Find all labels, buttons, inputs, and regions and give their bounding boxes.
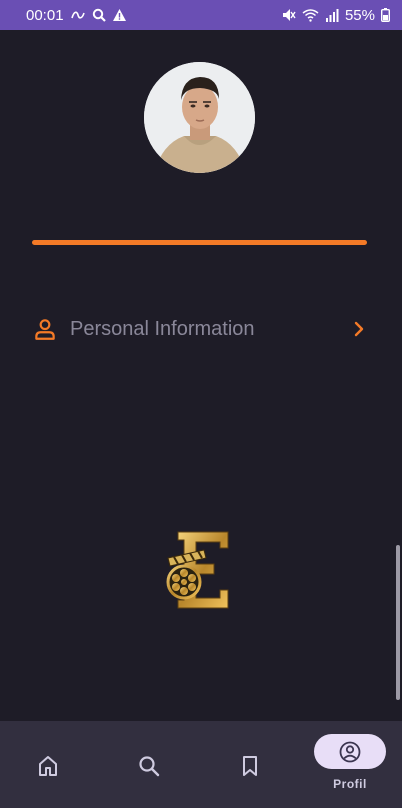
- profile-divider-progress: [32, 240, 367, 245]
- profile-icon: [339, 741, 361, 762]
- person-icon: [35, 319, 55, 340]
- profile-photo: [144, 62, 255, 173]
- battery-icon: [381, 8, 390, 22]
- nav-profile-label: Profil: [333, 777, 367, 791]
- search-icon: [92, 8, 106, 22]
- avatar[interactable]: [144, 62, 255, 173]
- bottom-nav: Profil: [0, 721, 402, 808]
- wifi-icon: [302, 8, 319, 22]
- warning-icon: [112, 8, 127, 22]
- status-bar: 00:01 55%: [0, 0, 402, 30]
- nav-bookmarks[interactable]: [200, 721, 300, 808]
- nav-home[interactable]: [0, 721, 98, 808]
- menu-item-personal-information[interactable]: Personal Information: [32, 309, 368, 349]
- status-left: 00:01: [26, 7, 127, 24]
- search-icon: [139, 756, 160, 777]
- nav-search[interactable]: [99, 721, 199, 808]
- status-right: 55%: [282, 7, 390, 24]
- nav-profile[interactable]: Profil: [300, 721, 400, 808]
- battery-percent: 55%: [344, 6, 375, 24]
- signal-icon: [325, 8, 339, 22]
- scrollbar[interactable]: [396, 545, 400, 700]
- bookmark-icon: [243, 756, 257, 776]
- home-icon: [39, 756, 57, 776]
- menu-item-label: Personal Information: [70, 317, 255, 340]
- mute-icon: [282, 8, 296, 22]
- nav-active-indicator: [314, 734, 386, 769]
- chevron-right-icon: [354, 321, 364, 337]
- app-logo: [166, 531, 229, 609]
- link-icon: [70, 9, 86, 21]
- status-time: 00:01: [26, 6, 64, 24]
